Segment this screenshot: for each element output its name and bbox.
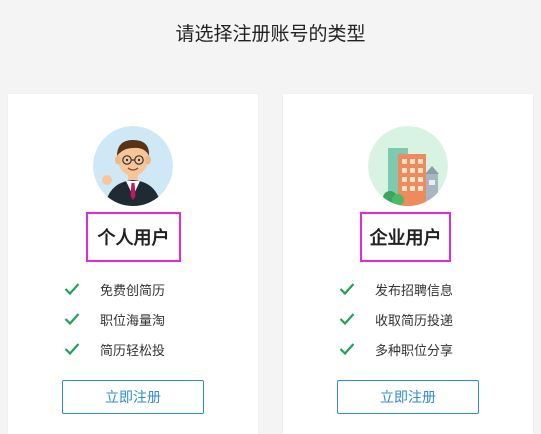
checkmark-icon [64, 342, 80, 356]
checkmark-icon [339, 342, 355, 356]
feature-label: 简历轻松投 [100, 343, 166, 359]
list-item: 收取简历投递 [339, 304, 453, 334]
card-personal-user: 个人用户 免费创简历 职位海量淘 简历轻松投 立即注册 [8, 94, 258, 434]
list-item: 多种职位分享 [339, 334, 453, 364]
personal-user-title: 个人用户 [97, 228, 170, 249]
checkmark-icon [64, 282, 80, 296]
list-item: 免费创简历 [64, 274, 165, 304]
page-title: 请选择注册账号的类型 [175, 23, 366, 45]
enterprise-feature-list: 发布招聘信息 收取简历投递 多种职位分享 [339, 274, 453, 364]
list-item: 职位海量淘 [64, 304, 165, 334]
personal-register-button[interactable]: 立即注册 [62, 380, 204, 414]
enterprise-user-type-highlight: 企业用户 [360, 212, 451, 262]
checkmark-icon [64, 312, 80, 326]
checkmark-icon [339, 312, 355, 326]
card-enterprise-user: 企业用户 发布招聘信息 收取简历投递 多种职位分享 立即注册 [283, 94, 533, 434]
feature-label: 多种职位分享 [375, 343, 454, 359]
enterprise-user-title: 企业用户 [369, 228, 442, 249]
personal-user-type-highlight: 个人用户 [86, 212, 181, 262]
list-item: 发布招聘信息 [339, 274, 453, 304]
feature-label: 职位海量淘 [100, 313, 166, 329]
enterprise-register-button[interactable]: 立即注册 [337, 380, 479, 414]
list-item: 简历轻松投 [64, 334, 165, 364]
feature-label: 发布招聘信息 [375, 283, 454, 299]
feature-label: 收取简历投递 [375, 313, 454, 329]
checkmark-icon [339, 282, 355, 296]
office-building-icon [368, 126, 448, 206]
feature-label: 免费创简历 [100, 283, 166, 299]
personal-feature-list: 免费创简历 职位海量淘 简历轻松投 [64, 274, 165, 364]
businessman-avatar-icon [93, 126, 173, 206]
